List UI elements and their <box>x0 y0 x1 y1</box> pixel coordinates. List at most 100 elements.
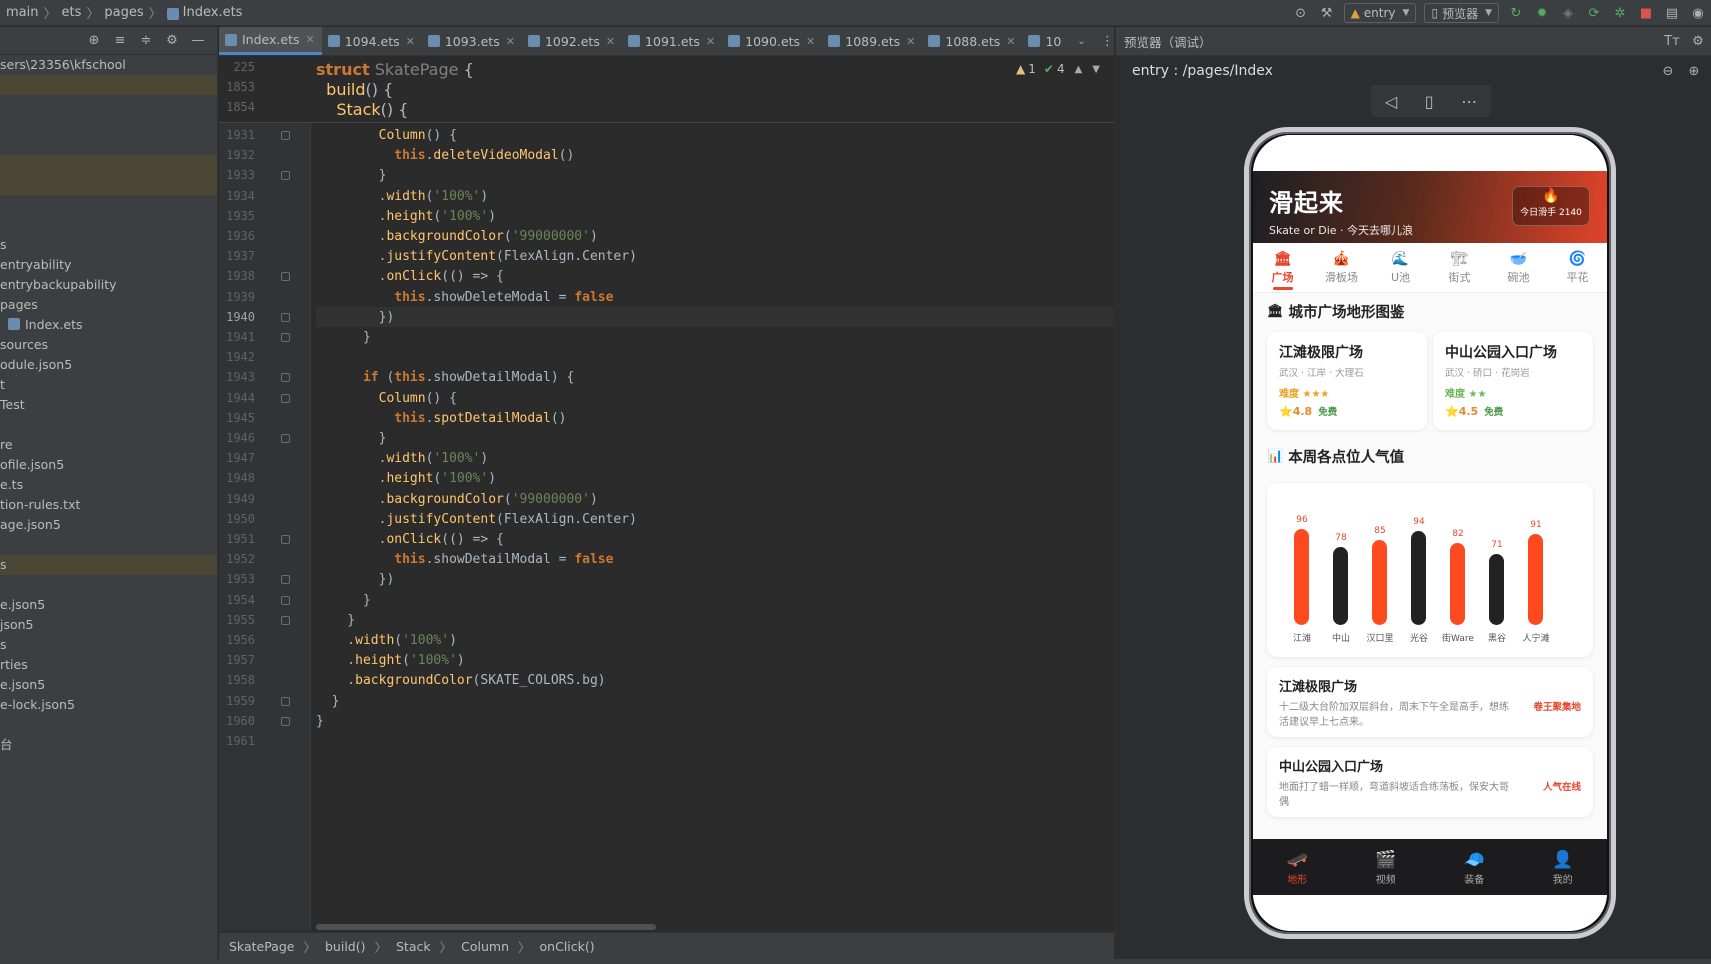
more-vertical-icon[interactable]: ⋮ <box>1096 30 1114 52</box>
tree-item[interactable] <box>0 95 217 115</box>
close-icon[interactable]: ✕ <box>306 33 315 46</box>
category-tab[interactable]: 🥣 碗池 <box>1493 249 1545 292</box>
close-icon[interactable]: ✕ <box>506 35 515 48</box>
code-line[interactable]: .backgroundColor('99000000') <box>316 229 598 244</box>
chart-bar[interactable] <box>1294 529 1309 625</box>
code-line[interactable]: build() { <box>316 80 393 99</box>
tree-item[interactable]: e.ts <box>0 475 217 495</box>
tree-item[interactable] <box>0 195 217 215</box>
editor-tab[interactable]: Index.ets ✕ <box>219 27 322 55</box>
fold-marker-icon[interactable] <box>281 615 290 625</box>
tree-item[interactable]: entryability <box>0 255 217 275</box>
tree-item[interactable]: odule.json5 <box>0 355 217 375</box>
tree-item[interactable] <box>0 715 217 735</box>
close-icon[interactable]: ✕ <box>706 35 715 48</box>
editor-tab[interactable]: 1093.ets ✕ <box>422 27 522 55</box>
bottom-tab[interactable]: 👤 我的 <box>1533 849 1593 886</box>
code-line[interactable]: } <box>316 714 324 729</box>
editor-tab[interactable]: 10 <box>1022 27 1068 55</box>
fold-marker-icon[interactable] <box>281 131 290 140</box>
horizontal-scrollbar[interactable] <box>316 923 1096 931</box>
tree-item[interactable]: s <box>0 235 217 255</box>
tree-item[interactable]: tion-rules.txt <box>0 495 217 515</box>
tree-item[interactable] <box>0 155 217 175</box>
tree-root-path[interactable]: sers\23356\kfschool <box>0 55 217 75</box>
tree-item[interactable]: ofile.json5 <box>0 455 217 475</box>
code-line[interactable]: } <box>316 168 387 183</box>
tree-item[interactable]: s <box>0 555 217 575</box>
locate-icon[interactable]: ⊕ <box>83 30 105 52</box>
tree-item[interactable]: Index.ets <box>0 315 217 335</box>
code-line[interactable]: } <box>316 593 371 608</box>
editor-tab[interactable]: 1089.ets ✕ <box>822 27 922 55</box>
tree-item[interactable] <box>0 215 217 235</box>
back-icon[interactable]: ◁ <box>1385 92 1397 111</box>
run-icon[interactable]: ↻ <box>1505 2 1527 24</box>
tree-item[interactable]: s <box>0 635 217 655</box>
code-line[interactable]: } <box>316 330 371 345</box>
code-line[interactable]: .height('100%') <box>316 653 464 668</box>
code-area[interactable]: Column() { this.deleteVideoModal() } .wi… <box>316 57 1114 931</box>
breadcrumb-item[interactable]: pages <box>104 5 143 20</box>
code-line[interactable]: }) <box>316 310 395 325</box>
chart-bar[interactable] <box>1372 540 1387 625</box>
scrollbar-thumb[interactable] <box>316 924 656 930</box>
spot-card[interactable]: 中山公园入口广场 武汉 · 硚口 · 花岗岩 难度 ★★ ⭐4.5 免费 <box>1433 332 1593 430</box>
tree-item[interactable]: t <box>0 375 217 395</box>
editor-tab[interactable]: 1094.ets ✕ <box>322 27 422 55</box>
close-icon[interactable]: ✕ <box>406 35 415 48</box>
code-line[interactable]: this.spotDetailModal() <box>316 411 566 426</box>
code-line[interactable]: } <box>316 431 387 446</box>
collapse-all-icon[interactable]: ≑ <box>135 30 157 52</box>
code-breadcrumb-item[interactable]: build() <box>325 939 366 954</box>
close-icon[interactable]: ✕ <box>906 35 915 48</box>
fold-marker-icon[interactable] <box>281 373 290 383</box>
code-line[interactable]: Stack() { <box>316 100 408 119</box>
tree-item[interactable]: Test <box>0 395 217 415</box>
fold-marker-icon[interactable] <box>281 575 290 585</box>
category-tab[interactable]: 🌊 U池 <box>1375 249 1427 292</box>
chart-bar[interactable] <box>1450 543 1465 625</box>
target-icon[interactable]: ⊙ <box>1290 2 1312 24</box>
zoom-in-icon[interactable]: ⊕ <box>1683 60 1705 82</box>
bottom-tab[interactable]: 🎬 视频 <box>1356 849 1416 886</box>
code-line[interactable]: this.showDetailModal = false <box>316 552 613 567</box>
debug-icon[interactable]: ✹ <box>1531 2 1553 24</box>
fold-marker-icon[interactable] <box>281 696 290 706</box>
code-line[interactable]: .backgroundColor('99000000') <box>316 492 598 507</box>
tree-item[interactable]: 台 <box>0 735 217 755</box>
previewer-select[interactable]: ▯ 预览器 ▼ <box>1424 3 1499 23</box>
fold-marker-icon[interactable] <box>281 535 290 544</box>
code-line[interactable]: this.deleteVideoModal() <box>316 148 574 163</box>
category-tab[interactable]: 🏗 街式 <box>1434 249 1486 292</box>
hammer-icon[interactable]: ⚒ <box>1316 2 1338 24</box>
chart-bar[interactable] <box>1489 554 1504 625</box>
breadcrumb-item[interactable]: main <box>6 5 38 20</box>
code-editor[interactable]: 1931 1932 1933 1934 1935 1936 1937 1938 1939 1940… <box>219 57 1114 931</box>
category-tab[interactable]: 🌀 平花 <box>1552 249 1604 292</box>
module-select[interactable]: ▲ entry ▼ <box>1343 3 1417 23</box>
code-line[interactable]: .justifyContent(FlexAlign.Center) <box>316 249 637 264</box>
riders-badge[interactable]: 🔥 今日滑手 2140 <box>1512 186 1590 226</box>
tree-item[interactable]: age.json5 <box>0 515 217 535</box>
code-line[interactable]: if (this.showDetailModal) { <box>316 370 574 385</box>
rotate-device-icon[interactable]: ▯ <box>1425 92 1434 111</box>
profile-icon[interactable]: ✲ <box>1609 2 1631 24</box>
spot-detail-card[interactable]: 中山公园入口广场 地面打了蜡一样顺，弯道斜坡适合练荡板，保安大哥偶 人气在线 <box>1267 747 1593 817</box>
settings-gear-icon[interactable]: ⚙ <box>1687 30 1709 52</box>
inspection-widget[interactable]: ▲ 1 ✔ 4 ▲ ▼ <box>1016 62 1100 76</box>
fold-marker-icon[interactable] <box>281 393 290 403</box>
zoom-out-icon[interactable]: ⊖ <box>1657 60 1679 82</box>
tree-item[interactable]: e.json5 <box>0 595 217 615</box>
tree-item[interactable]: e-lock.json5 <box>0 695 217 715</box>
close-icon[interactable]: ✕ <box>606 35 615 48</box>
code-line[interactable]: .backgroundColor(SKATE_COLORS.bg) <box>316 673 605 688</box>
fold-marker-icon[interactable] <box>281 171 290 181</box>
code-line[interactable]: .onClick(() => { <box>316 532 504 547</box>
attach-debugger-icon[interactable]: ◈ <box>1557 2 1579 24</box>
breadcrumb-item[interactable]: Index.ets <box>183 5 243 20</box>
editor-tab[interactable]: 1092.ets ✕ <box>522 27 622 55</box>
tree-item[interactable]: e.json5 <box>0 675 217 695</box>
close-icon[interactable]: ✕ <box>806 35 815 48</box>
chart-bar[interactable] <box>1528 534 1543 625</box>
